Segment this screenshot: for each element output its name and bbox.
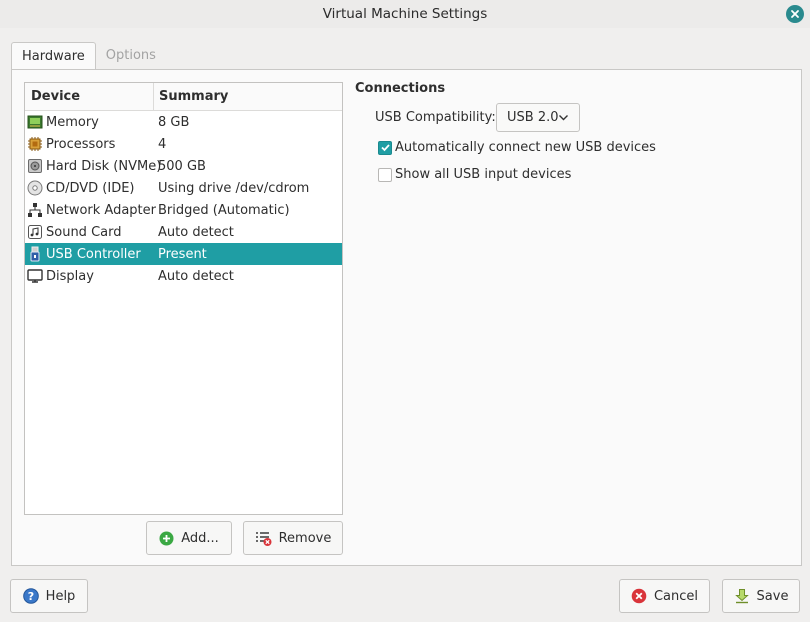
help-button-label: Help	[45, 588, 76, 604]
auto-connect-checkbox[interactable]	[378, 140, 392, 155]
device-name: Hard Disk (NVMe)	[46, 158, 162, 174]
tab-bar: Hardware Options	[11, 42, 166, 70]
table-header: Device Summary	[25, 83, 342, 111]
network-icon	[27, 202, 43, 218]
remove-list-icon	[255, 530, 272, 546]
table-row[interactable]: Sound Card Auto detect	[25, 221, 342, 243]
device-summary: Present	[158, 246, 207, 262]
help-icon: ?	[22, 588, 39, 604]
table-row[interactable]: Processors 4	[25, 133, 342, 155]
processor-icon	[27, 136, 43, 152]
cd-dvd-icon	[27, 180, 43, 196]
device-summary: 500 GB	[158, 158, 206, 174]
device-summary: Bridged (Automatic)	[158, 202, 290, 218]
device-summary: 4	[158, 136, 167, 152]
device-name: Processors	[46, 136, 116, 152]
device-name: Network Adapter	[46, 202, 156, 218]
device-name: Sound Card	[46, 224, 122, 240]
table-row[interactable]: Display Auto detect	[25, 265, 342, 287]
auto-connect-checkbox-row[interactable]: Automatically connect new USB devices	[378, 140, 656, 155]
checkmark-icon	[380, 144, 390, 152]
table-row[interactable]: Memory 8 GB	[25, 111, 342, 133]
usb-compatibility-dropdown[interactable]: USB 2.0	[496, 103, 580, 132]
save-download-icon	[734, 588, 750, 604]
table-row[interactable]: USB Controller Present	[25, 243, 342, 265]
chevron-down-icon	[559, 115, 568, 121]
usb-icon	[27, 246, 43, 262]
device-table: Device Summary Memory 8 GB Processors 4	[24, 82, 343, 515]
close-icon	[791, 10, 799, 18]
tab-hardware[interactable]: Hardware	[11, 42, 96, 70]
close-button[interactable]	[786, 5, 804, 23]
usb-compatibility-value: USB 2.0	[507, 110, 559, 125]
device-name: Memory	[46, 114, 99, 130]
remove-button-label: Remove	[278, 530, 332, 546]
show-all-input-label: Show all USB input devices	[395, 167, 572, 182]
add-button-label: Add...	[181, 530, 219, 546]
memory-icon	[27, 114, 43, 130]
cancel-button-label: Cancel	[653, 588, 699, 604]
device-summary: Using drive /dev/cdrom	[158, 180, 310, 196]
column-header-summary[interactable]: Summary	[154, 83, 342, 110]
tab-options[interactable]: Options	[96, 42, 166, 69]
device-name: Display	[46, 268, 94, 284]
cancel-button[interactable]: Cancel	[619, 579, 710, 613]
device-summary: Auto detect	[158, 268, 234, 284]
table-row[interactable]: Hard Disk (NVMe) 500 GB	[25, 155, 342, 177]
table-row[interactable]: Network Adapter Bridged (Automatic)	[25, 199, 342, 221]
hardware-panel: Device Summary Memory 8 GB Processors 4	[11, 69, 802, 566]
device-name: CD/DVD (IDE)	[46, 180, 135, 196]
save-button-label: Save	[756, 588, 789, 604]
auto-connect-label: Automatically connect new USB devices	[395, 140, 656, 155]
device-summary: Auto detect	[158, 224, 234, 240]
remove-button[interactable]: Remove	[243, 521, 343, 555]
usb-compatibility-label: USB Compatibility:	[375, 110, 496, 125]
title-bar: Virtual Machine Settings	[0, 0, 810, 28]
svg-text:?: ?	[27, 590, 33, 603]
sound-icon	[27, 224, 43, 240]
add-icon	[159, 531, 174, 546]
device-name: USB Controller	[46, 246, 141, 262]
cancel-icon	[631, 588, 647, 604]
device-summary: 8 GB	[158, 114, 190, 130]
column-header-device[interactable]: Device	[25, 83, 154, 110]
hard-disk-icon	[27, 158, 43, 174]
save-button[interactable]: Save	[722, 579, 800, 613]
connections-title: Connections	[355, 81, 446, 96]
table-row[interactable]: CD/DVD (IDE) Using drive /dev/cdrom	[25, 177, 342, 199]
help-button[interactable]: ? Help	[10, 579, 88, 613]
window-title: Virtual Machine Settings	[322, 6, 488, 22]
add-button[interactable]: Add...	[146, 521, 232, 555]
display-icon	[27, 268, 43, 284]
show-all-input-checkbox-row[interactable]: Show all USB input devices	[378, 167, 571, 182]
show-all-input-checkbox[interactable]	[378, 167, 392, 182]
